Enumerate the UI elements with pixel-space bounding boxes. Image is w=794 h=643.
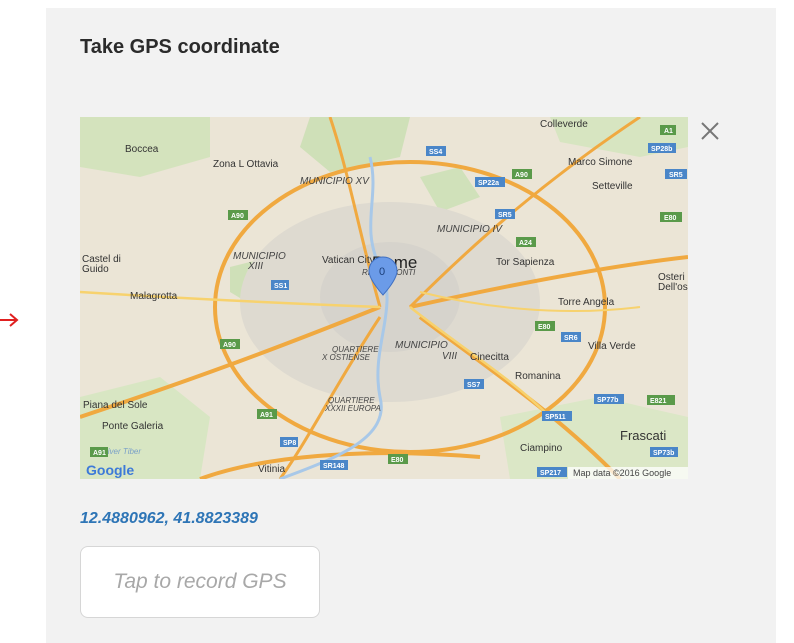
map-view[interactable]: Boccea Zona L Ottavia Colleverde Marco S… [80, 117, 688, 479]
svg-text:Piana del Sole: Piana del Sole [83, 400, 148, 411]
svg-text:VIII: VIII [442, 351, 457, 362]
svg-text:Setteville: Setteville [592, 181, 633, 192]
svg-text:Dell'os: Dell'os [658, 282, 688, 293]
svg-text:E80: E80 [391, 457, 404, 464]
svg-text:MUNICIPIO: MUNICIPIO [395, 340, 448, 351]
svg-text:SS1: SS1 [274, 283, 287, 290]
svg-text:SP8: SP8 [283, 440, 296, 447]
svg-text:A90: A90 [231, 213, 244, 220]
svg-text:E80: E80 [664, 215, 677, 222]
svg-text:Guido: Guido [82, 264, 109, 275]
svg-text:XIII: XIII [247, 261, 263, 272]
svg-text:A90: A90 [223, 342, 236, 349]
svg-text:Vatican City: Vatican City [322, 255, 375, 266]
svg-text:Ponte Galeria: Ponte Galeria [102, 421, 164, 432]
close-icon [701, 122, 719, 140]
svg-text:Torre Angela: Torre Angela [558, 297, 615, 308]
svg-text:SR5: SR5 [498, 212, 512, 219]
svg-text:SP73b: SP73b [653, 450, 674, 457]
svg-text:A1: A1 [664, 128, 673, 135]
map-pin-label: 0 [379, 266, 385, 278]
svg-text:A90: A90 [515, 172, 528, 179]
svg-text:SP28b: SP28b [651, 146, 672, 153]
record-gps-label: Tap to record GPS [113, 570, 287, 593]
svg-text:Colleverde: Colleverde [540, 119, 588, 130]
svg-text:Marco Simone: Marco Simone [568, 157, 633, 168]
svg-text:Tor Sapienza: Tor Sapienza [496, 257, 555, 268]
svg-text:SR5: SR5 [669, 172, 683, 179]
svg-text:Romanina: Romanina [515, 371, 561, 382]
svg-text:A91: A91 [93, 450, 106, 457]
svg-text:MUNICIPIO XV: MUNICIPIO XV [300, 176, 370, 187]
svg-text:XXXII EUROPA: XXXII EUROPA [324, 404, 381, 413]
svg-text:Ciampino: Ciampino [520, 443, 563, 454]
gps-coordinates: 12.4880962, 41.8823389 [80, 510, 258, 527]
arrow-right-icon [0, 313, 19, 327]
svg-text:SP511: SP511 [545, 414, 566, 421]
svg-text:E80: E80 [538, 324, 551, 331]
svg-text:X OSTIENSE: X OSTIENSE [321, 353, 371, 362]
svg-text:SS4: SS4 [429, 149, 442, 156]
svg-text:SS7: SS7 [467, 382, 480, 389]
svg-text:A91: A91 [260, 412, 273, 419]
svg-text:SP217: SP217 [540, 470, 561, 477]
record-gps-button[interactable]: Tap to record GPS [80, 546, 320, 618]
svg-text:Frascati: Frascati [620, 428, 666, 443]
svg-text:SP77b: SP77b [597, 397, 618, 404]
map-attribution: Map data ©2016 Google [573, 468, 671, 478]
svg-text:MUNICIPIO IV: MUNICIPIO IV [437, 224, 503, 235]
question-title: Take GPS coordinate [80, 36, 280, 58]
svg-text:A24: A24 [519, 240, 532, 247]
svg-text:E821: E821 [650, 398, 666, 405]
svg-text:SR148: SR148 [323, 463, 345, 470]
svg-text:SR6: SR6 [564, 335, 578, 342]
svg-text:Malagrotta: Malagrotta [130, 291, 178, 302]
svg-text:Vitinia: Vitinia [258, 464, 285, 475]
svg-text:SP22a: SP22a [478, 180, 499, 187]
svg-text:Zona L Ottavia: Zona L Ottavia [213, 159, 279, 170]
svg-text:Cinecitta: Cinecitta [470, 352, 509, 363]
svg-text:Boccea: Boccea [125, 144, 159, 155]
svg-text:Villa Verde: Villa Verde [588, 341, 636, 352]
close-button[interactable] [695, 116, 725, 146]
google-logo: Google [86, 462, 134, 478]
